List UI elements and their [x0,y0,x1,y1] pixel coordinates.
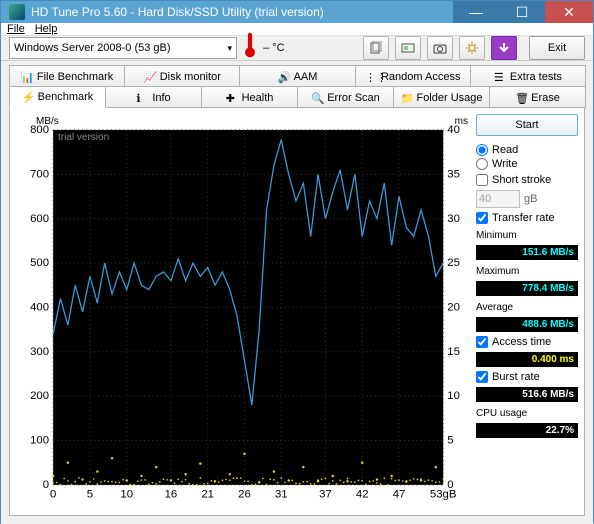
svg-text:35: 35 [447,168,460,180]
drive-select-value: Windows Server 2008-0 (53 gB) [14,42,171,54]
avg-value: 488.6 MB/s [476,317,578,332]
svg-text:500: 500 [30,257,49,269]
svg-text:5: 5 [447,435,453,447]
disk-monitor-icon: 📈 [144,71,156,83]
folder-icon: 📁 [400,92,412,104]
y-axis-right-label: ms [455,116,468,127]
trash-icon: 🗑 [515,92,527,104]
svg-text:31: 31 [275,488,288,500]
access-value: 0.400 ms [476,352,578,367]
svg-text:600: 600 [30,213,49,225]
radio-write[interactable]: Write [476,158,578,170]
tab-error-scan[interactable]: 🔍Error Scan [297,86,394,108]
svg-text:200: 200 [30,390,49,402]
benchmark-icon: ⚡ [22,91,34,103]
radio-read[interactable]: Read [476,144,578,156]
short-stroke-unit: gB [524,193,537,205]
check-transfer-rate[interactable]: Transfer rate [476,212,578,224]
short-stroke-value [476,190,520,208]
svg-text:0: 0 [43,479,49,491]
copy-info-button[interactable] [363,36,389,60]
window-title: HD Tune Pro 5.60 - Hard Disk/SSD Utility… [31,5,453,19]
svg-text:47: 47 [393,488,406,500]
tab-erase[interactable]: 🗑Erase [489,86,586,108]
menu-file[interactable]: File [7,23,25,35]
svg-text:700: 700 [30,168,49,180]
close-button[interactable]: ✕ [545,1,593,23]
options-button[interactable] [459,36,485,60]
y-axis-left-label: MB/s [36,116,59,127]
svg-text:10: 10 [120,488,133,500]
start-button[interactable]: Start [476,114,578,136]
tab-content: MB/s ms trial version 010020030040050060… [9,107,585,516]
exit-button[interactable]: Exit [529,36,585,60]
save-button[interactable] [491,36,517,60]
svg-text:5: 5 [87,488,93,500]
speaker-icon: 🔊 [278,71,290,83]
menubar: File Help [1,23,593,35]
random-icon: ⋮⋮ [365,71,377,83]
copy-screenshot-button[interactable] [395,36,421,60]
save-screenshot-button[interactable] [427,36,453,60]
tabs-row-1: 📊File Benchmark 📈Disk monitor 🔊AAM ⋮⋮Ran… [9,65,585,87]
trial-watermark: trial version [58,132,109,143]
minimize-button[interactable]: — [453,1,499,23]
maximize-button[interactable]: ☐ [499,1,545,23]
svg-text:0: 0 [50,488,56,500]
tab-file-benchmark[interactable]: 📊File Benchmark [9,65,125,87]
cpu-label: CPU usage [476,408,578,419]
side-panel: Start Read Write Short stroke gB Transfe… [476,114,578,509]
max-label: Maximum [476,266,578,277]
tab-aam[interactable]: 🔊AAM [239,65,355,87]
svg-text:16: 16 [165,488,178,500]
svg-text:20: 20 [447,302,460,314]
tab-info[interactable]: ℹInfo [105,86,202,108]
min-label: Minimum [476,230,578,241]
tab-benchmark[interactable]: ⚡Benchmark [9,86,106,108]
chart-svg: 0100200300400500600700800051015202530354… [16,114,470,509]
tab-health[interactable]: ✚Health [201,86,298,108]
svg-text:37: 37 [319,488,332,500]
check-short-stroke[interactable]: Short stroke [476,174,578,186]
tab-random-access[interactable]: ⋮⋮Random Access [355,65,471,87]
temperature-value: – °C [263,42,285,54]
check-access-time[interactable]: Access time [476,336,578,348]
tab-folder-usage[interactable]: 📁Folder Usage [393,86,490,108]
titlebar[interactable]: HD Tune Pro 5.60 - Hard Disk/SSD Utility… [1,1,593,23]
tab-disk-monitor[interactable]: 📈Disk monitor [124,65,240,87]
svg-text:26: 26 [238,488,251,500]
toolbar: Windows Server 2008-0 (53 gB) – °C Exit [1,35,593,61]
info-icon: ℹ [136,92,148,104]
thermometer-icon [243,38,257,58]
app-icon [9,4,25,20]
avg-label: Average [476,302,578,313]
svg-text:300: 300 [30,346,49,358]
min-value: 151.6 MB/s [476,245,578,260]
drive-select[interactable]: Windows Server 2008-0 (53 gB) [9,37,237,59]
svg-text:30: 30 [447,213,460,225]
svg-text:100: 100 [30,435,49,447]
svg-text:42: 42 [356,488,369,500]
svg-text:53gB: 53gB [430,488,457,500]
tabs-row-2: ⚡Benchmark ℹInfo ✚Health 🔍Error Scan 📁Fo… [9,86,585,108]
svg-text:400: 400 [30,302,49,314]
svg-text:10: 10 [447,390,460,402]
search-icon: 🔍 [311,92,323,104]
list-icon: ☰ [494,71,506,83]
benchmark-chart: MB/s ms trial version 010020030040050060… [16,114,470,509]
check-burst-rate[interactable]: Burst rate [476,371,578,383]
tab-extra-tests[interactable]: ☰Extra tests [470,65,586,87]
burst-value: 516.6 MB/s [476,387,578,402]
svg-text:15: 15 [447,346,460,358]
health-icon: ✚ [226,92,238,104]
cpu-value: 22.7% [476,423,578,438]
svg-text:21: 21 [201,488,214,500]
menu-help[interactable]: Help [35,23,58,35]
file-benchmark-icon: 📊 [21,71,33,83]
short-stroke-spin: gB [476,190,578,208]
svg-text:25: 25 [447,257,460,269]
max-value: 778.4 MB/s [476,281,578,296]
